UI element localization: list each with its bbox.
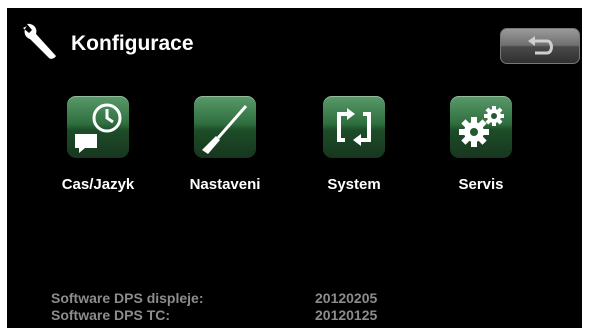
software-label: Software DPS displeje: bbox=[51, 290, 204, 306]
software-value: 20120125 bbox=[315, 307, 378, 323]
software-value: 20120205 bbox=[315, 290, 378, 306]
tile-label: Servis bbox=[458, 176, 504, 193]
tile-nastaveni[interactable]: Nastaveni bbox=[170, 96, 280, 206]
tile-cas-jazyk[interactable]: Cas/Jazyk bbox=[43, 96, 153, 206]
software-label: Software DPS TC: bbox=[51, 307, 171, 323]
wrench-icon bbox=[23, 23, 56, 59]
tile-servis[interactable]: Servis bbox=[426, 96, 536, 206]
screwdriver-icon bbox=[194, 96, 256, 158]
tile-label: System bbox=[327, 176, 381, 193]
refresh-arrows-icon bbox=[323, 96, 385, 158]
tile-system[interactable]: System bbox=[299, 96, 409, 206]
clock-speech-icon bbox=[67, 96, 129, 158]
back-button[interactable] bbox=[500, 28, 580, 64]
tile-label: Nastaveni bbox=[189, 176, 261, 193]
page-title: Konfigurace bbox=[71, 32, 194, 55]
gears-icon bbox=[450, 96, 512, 158]
tile-label: Cas/Jazyk bbox=[61, 176, 135, 193]
back-arrow-icon bbox=[528, 36, 553, 55]
screen: Konfigurace Cas/Jazyk Nastaveni System S… bbox=[7, 8, 582, 328]
